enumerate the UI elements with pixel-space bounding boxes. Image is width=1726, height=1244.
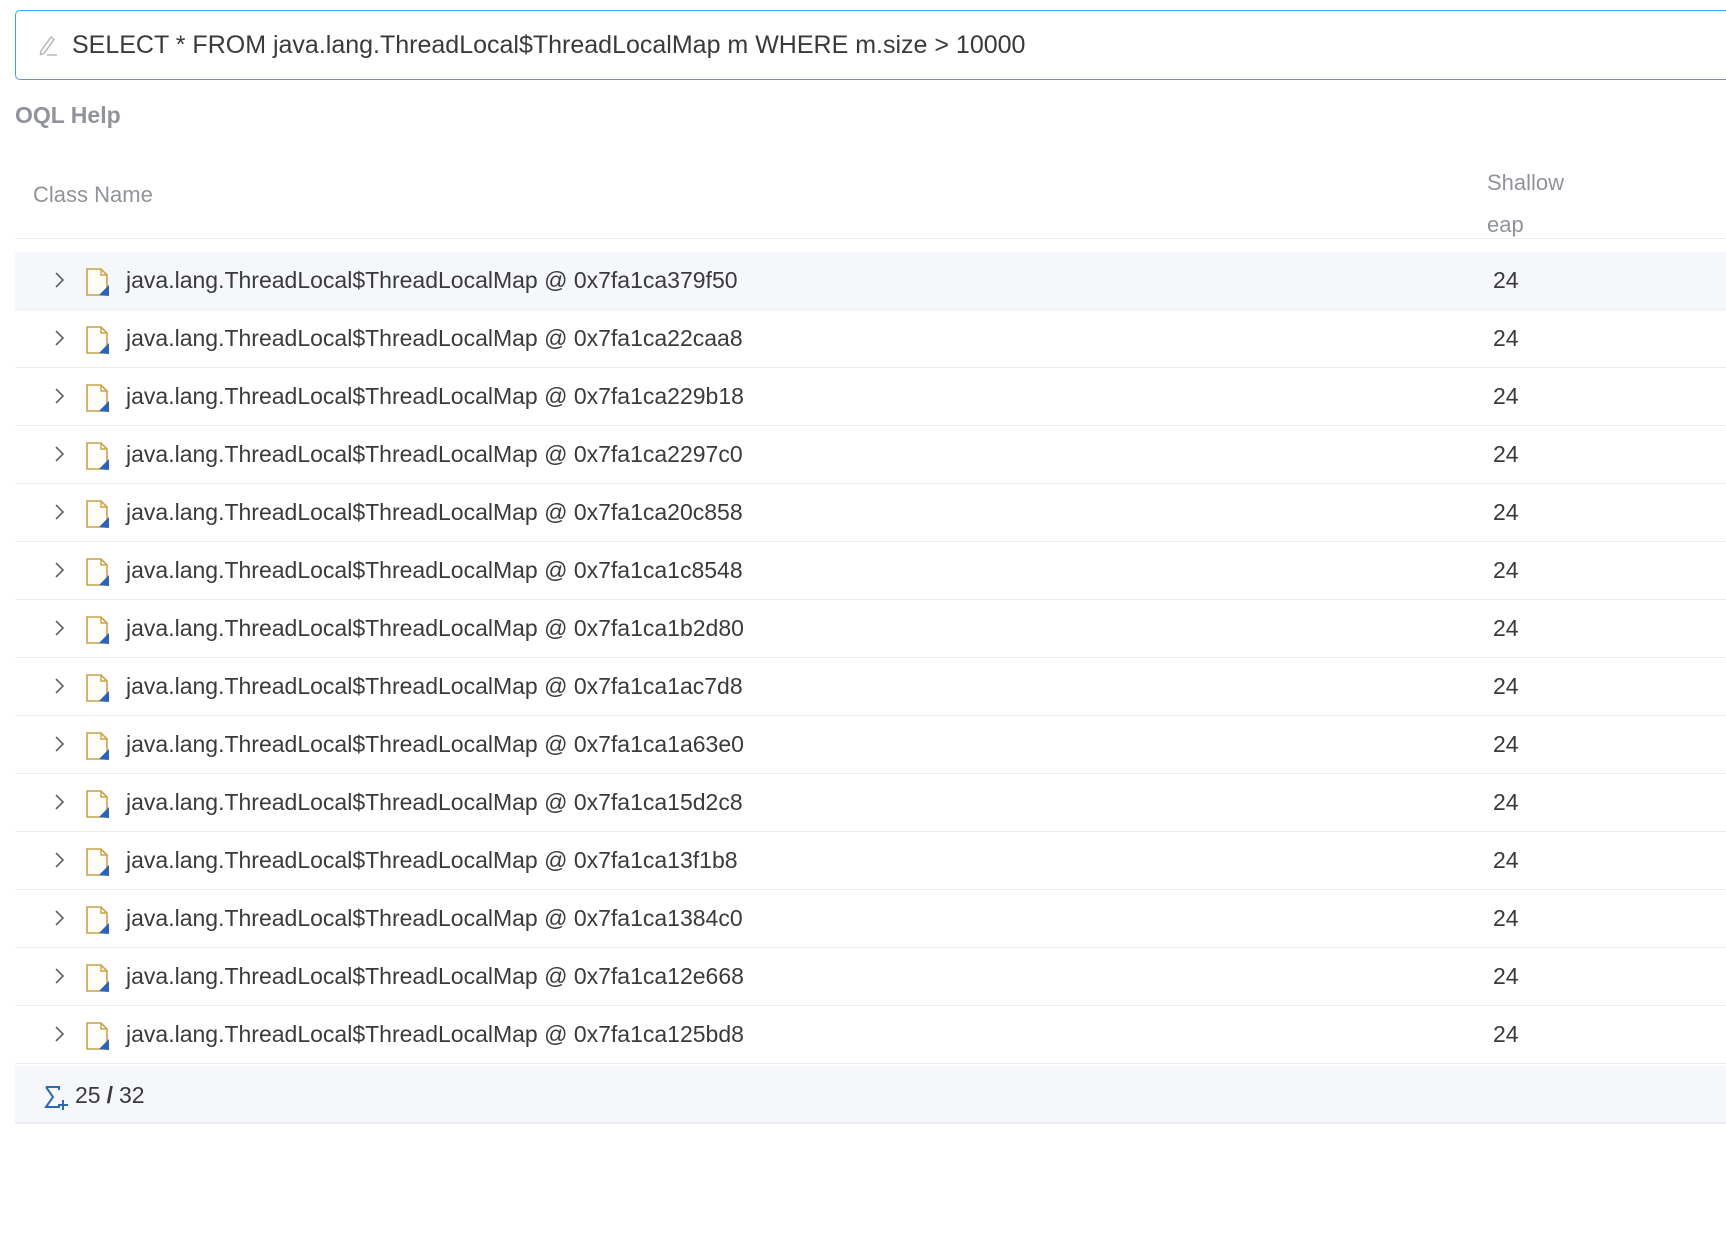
chevron-right-icon[interactable] [49,386,69,406]
row-class-name: java.lang.ThreadLocal$ThreadLocalMap @ 0… [126,557,743,583]
row-class-name: java.lang.ThreadLocal$ThreadLocalMap @ 0… [126,383,744,409]
column-header-class-name[interactable]: Class Name [33,182,153,208]
chevron-right-icon[interactable] [49,1024,69,1044]
chevron-right-icon[interactable] [49,908,69,928]
sigma-plus-icon[interactable] [43,1082,69,1112]
column-header-shallow-heap[interactable]: Shallow eap [1487,162,1564,246]
row-class-name: java.lang.ThreadLocal$ThreadLocalMap @ 0… [126,847,738,873]
object-instance-icon [85,325,111,355]
table-row[interactable]: java.lang.ThreadLocal$ThreadLocalMap @ 0… [15,948,1726,1006]
object-instance-icon [85,905,111,935]
row-shallow-heap: 24 [1493,905,1519,931]
oql-help-link[interactable]: OQL Help [15,102,121,129]
object-instance-icon [85,731,111,761]
row-shallow-heap: 24 [1493,731,1519,757]
row-shallow-heap: 24 [1493,673,1519,699]
row-class-name: java.lang.ThreadLocal$ThreadLocalMap @ 0… [126,325,743,351]
table-row[interactable]: java.lang.ThreadLocal$ThreadLocalMap @ 0… [15,310,1726,368]
row-shallow-heap: 24 [1493,441,1519,467]
object-instance-icon [85,615,111,645]
table-row[interactable]: java.lang.ThreadLocal$ThreadLocalMap @ 0… [15,890,1726,948]
object-instance-icon [85,441,111,471]
row-class-name: java.lang.ThreadLocal$ThreadLocalMap @ 0… [126,963,744,989]
column-header-shallow-line1: Shallow [1487,170,1565,195]
object-instance-icon [85,267,111,297]
count-separator: / [106,1082,113,1108]
row-class-name: java.lang.ThreadLocal$ThreadLocalMap @ 0… [126,441,743,467]
shown-count: 25 [75,1082,101,1108]
oql-query-input[interactable]: SELECT * FROM java.lang.ThreadLocal$Thre… [15,10,1726,80]
chevron-right-icon[interactable] [49,966,69,986]
row-class-name: java.lang.ThreadLocal$ThreadLocalMap @ 0… [126,673,743,699]
object-instance-icon [85,789,111,819]
edit-icon [36,33,60,57]
row-class-name: java.lang.ThreadLocal$ThreadLocalMap @ 0… [126,615,744,641]
table-row[interactable]: java.lang.ThreadLocal$ThreadLocalMap @ 0… [15,832,1726,890]
row-class-name: java.lang.ThreadLocal$ThreadLocalMap @ 0… [126,905,743,931]
row-class-name: java.lang.ThreadLocal$ThreadLocalMap @ 0… [126,789,743,815]
chevron-right-icon[interactable] [49,676,69,696]
row-shallow-heap: 24 [1493,557,1519,583]
row-class-name: java.lang.ThreadLocal$ThreadLocalMap @ 0… [126,267,738,293]
object-instance-icon [85,673,111,703]
object-instance-icon [85,383,111,413]
chevron-right-icon[interactable] [49,734,69,754]
table-row[interactable]: java.lang.ThreadLocal$ThreadLocalMap @ 0… [15,252,1726,310]
chevron-right-icon[interactable] [49,328,69,348]
chevron-right-icon[interactable] [49,792,69,812]
row-shallow-heap: 24 [1493,615,1519,641]
row-shallow-heap: 24 [1493,847,1519,873]
object-instance-icon [85,499,111,529]
table-row[interactable]: java.lang.ThreadLocal$ThreadLocalMap @ 0… [15,658,1726,716]
object-instance-icon [85,557,111,587]
table-header: Class Name Shallow eap [15,150,1726,239]
column-header-shallow-line2: eap [1487,212,1524,237]
row-class-name: java.lang.ThreadLocal$ThreadLocalMap @ 0… [126,1021,744,1047]
row-shallow-heap: 24 [1493,267,1519,293]
row-shallow-heap: 24 [1493,499,1519,525]
table-row[interactable]: java.lang.ThreadLocal$ThreadLocalMap @ 0… [15,368,1726,426]
table-row[interactable]: java.lang.ThreadLocal$ThreadLocalMap @ 0… [15,542,1726,600]
table-row[interactable]: java.lang.ThreadLocal$ThreadLocalMap @ 0… [15,600,1726,658]
table-row[interactable]: java.lang.ThreadLocal$ThreadLocalMap @ 0… [15,774,1726,832]
table-row[interactable]: java.lang.ThreadLocal$ThreadLocalMap @ 0… [15,716,1726,774]
row-shallow-heap: 24 [1493,325,1519,351]
row-class-name: java.lang.ThreadLocal$ThreadLocalMap @ 0… [126,731,744,757]
query-text[interactable]: SELECT * FROM java.lang.ThreadLocal$Thre… [72,31,1025,60]
chevron-right-icon[interactable] [49,270,69,290]
row-shallow-heap: 24 [1493,963,1519,989]
table-row[interactable]: java.lang.ThreadLocal$ThreadLocalMap @ 0… [15,426,1726,484]
object-instance-icon [85,963,111,993]
row-shallow-heap: 24 [1493,789,1519,815]
chevron-right-icon[interactable] [49,850,69,870]
table-row[interactable]: java.lang.ThreadLocal$ThreadLocalMap @ 0… [15,1006,1726,1064]
object-instance-icon [85,1021,111,1051]
chevron-right-icon[interactable] [49,618,69,638]
chevron-right-icon[interactable] [49,502,69,522]
row-shallow-heap: 24 [1493,1021,1519,1047]
summary-count: 25/32 [75,1082,145,1109]
object-instance-icon [85,847,111,877]
chevron-right-icon[interactable] [49,560,69,580]
result-table-body: java.lang.ThreadLocal$ThreadLocalMap @ 0… [15,252,1726,1064]
summary-row: 25/32 [15,1066,1726,1124]
total-count: 32 [118,1082,145,1108]
row-class-name: java.lang.ThreadLocal$ThreadLocalMap @ 0… [126,499,743,525]
row-shallow-heap: 24 [1493,383,1519,409]
chevron-right-icon[interactable] [49,444,69,464]
table-row[interactable]: java.lang.ThreadLocal$ThreadLocalMap @ 0… [15,484,1726,542]
